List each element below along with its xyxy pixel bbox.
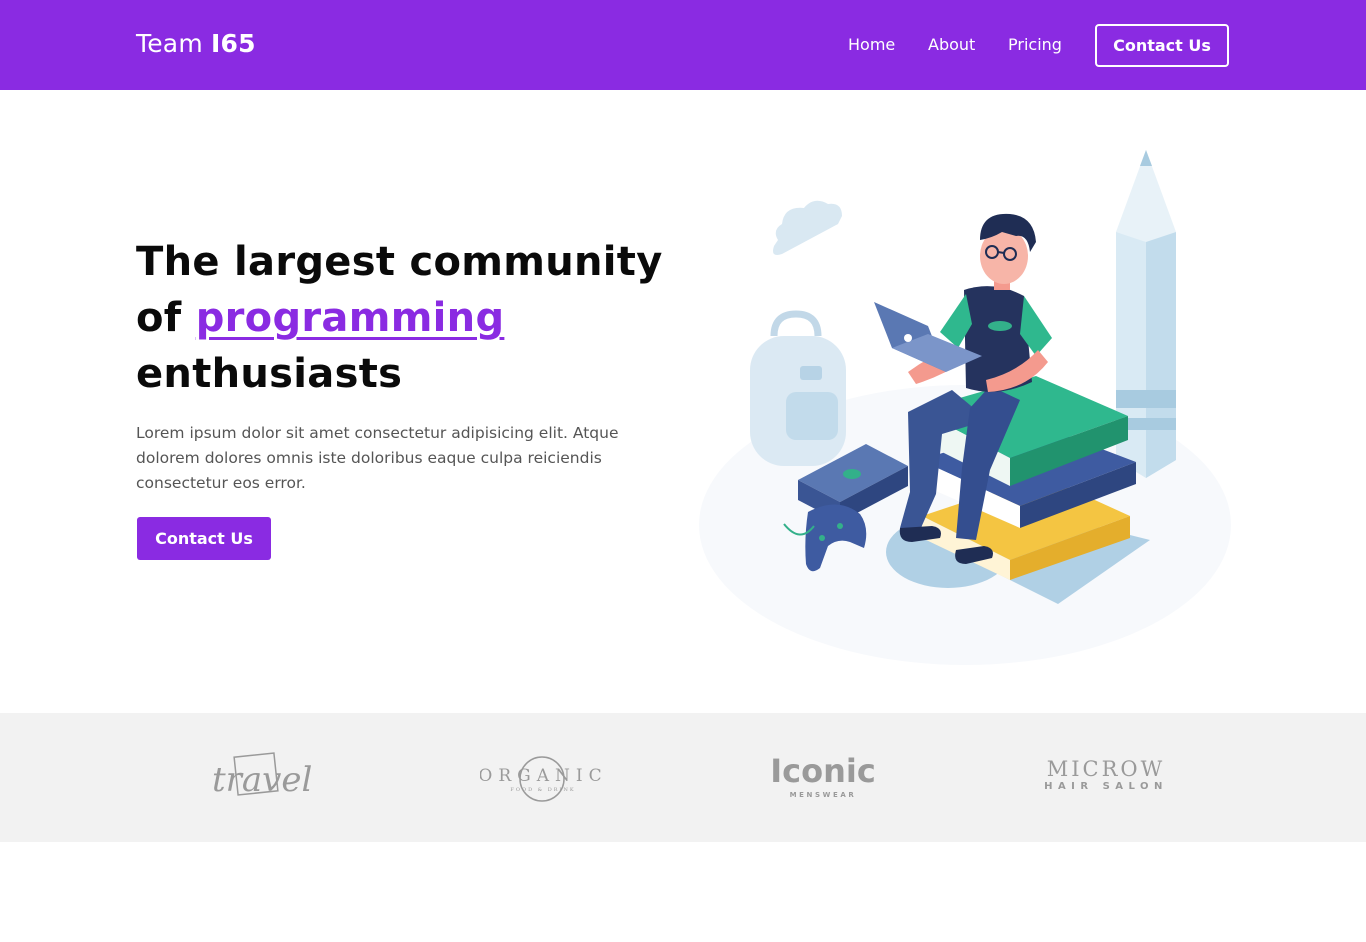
hero-contact-button[interactable]: Contact Us (137, 517, 271, 560)
travel-logo-text: travel (212, 760, 312, 800)
hero-title-highlight: programming (195, 295, 505, 341)
brand-logo[interactable]: Team I65 (136, 29, 256, 58)
hero-title-line3: enthusiasts (136, 351, 403, 397)
hero-description: Lorem ipsum dolor sit amet consectetur a… (136, 424, 619, 492)
partner-logos-band: travel ORGANIC FOOD & DRINK Iconic MENSW… (0, 713, 1366, 842)
iconic-logo-tagline: MENSWEAR (789, 791, 857, 799)
top-navbar: Team I65 Home About Pricing Contact Us (0, 0, 1366, 90)
hero-title-of: of (136, 295, 182, 341)
nav-link-about[interactable]: About (928, 35, 975, 54)
microw-logo-tagline: HAIR SALON (1044, 781, 1168, 792)
microw-logo-text: MICROW (1046, 757, 1166, 781)
microw-logo: MICROW HAIR SALON (1040, 757, 1172, 801)
header-contact-button[interactable]: Contact Us (1095, 24, 1229, 67)
iconic-logo: Iconic MENSWEAR (766, 751, 880, 807)
nav-link-home[interactable]: Home (848, 35, 895, 54)
iconic-logo-text: Iconic (770, 752, 876, 790)
brand-name-suffix: I65 (211, 29, 256, 58)
hero-title-line1: The largest community (136, 239, 663, 285)
hero-title: The largest community of programming ent… (136, 234, 676, 402)
developer-on-books-illustration (699, 150, 1231, 665)
travel-logo: travel (212, 752, 312, 800)
organic-logo: ORGANIC FOOD & DRINK (480, 756, 606, 802)
nav-link-pricing[interactable]: Pricing (1008, 35, 1062, 54)
organic-logo-tagline: FOOD & DRINK (510, 787, 575, 793)
brand-name-prefix: Team (136, 29, 203, 58)
organic-logo-text: ORGANIC (480, 766, 606, 786)
